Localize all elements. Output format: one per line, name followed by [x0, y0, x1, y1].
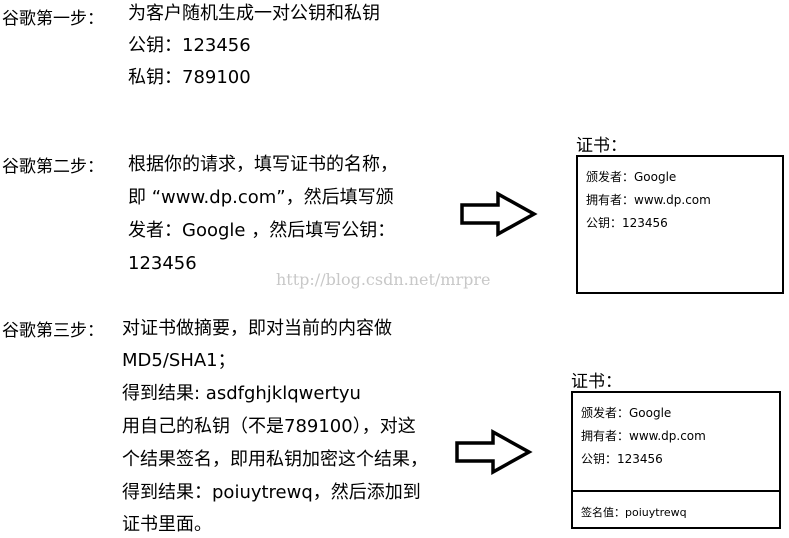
- step2-line-2: 即 “www.dp.com”，然后填写颁: [128, 187, 394, 208]
- step1-line-3: 私钥：789100: [128, 67, 251, 88]
- step2-line-1: 根据你的请求，填写证书的名称，: [128, 154, 398, 175]
- watermark: http://blog.csdn.net/mrpre: [276, 270, 491, 289]
- step3-line-1: 对证书做摘要，即对当前的内容做: [122, 318, 392, 339]
- cert2-public-key: 公钥：123456: [581, 452, 663, 466]
- step2-line-4: 123456: [128, 253, 197, 274]
- step3-line-6: 得到结果：poiuytrewq，然后添加到: [122, 482, 421, 503]
- step3-line-2: MD5/SHA1；: [122, 350, 236, 371]
- cert2-signature: 签名值：poiuytrewq: [581, 506, 687, 519]
- cert2-box: 颁发者：Google 拥有者：www.dp.com 公钥：123456 签名值：…: [571, 391, 781, 529]
- cert2-title: 证书：: [571, 372, 622, 392]
- cert1-owner: 拥有者：www.dp.com: [586, 193, 711, 207]
- step1-line-2: 公钥：123456: [128, 35, 251, 56]
- step1-line-1: 为客户随机生成一对公钥和私钥: [128, 3, 380, 24]
- cert1-title: 证书：: [576, 136, 627, 156]
- step3-line-3: 得到结果: asdfghjklqwertyu: [122, 383, 361, 404]
- step3-label: 谷歌第三步：: [2, 321, 104, 341]
- cert2-divider: [573, 490, 779, 492]
- right-arrow-icon: [455, 429, 533, 475]
- step3-line-4: 用自己的私钥（不是789100），对这: [122, 416, 416, 437]
- step3-line-5: 个结果签名，即用私钥加密这个结果，: [122, 449, 428, 470]
- cert1-box: 颁发者：Google 拥有者：www.dp.com 公钥：123456: [576, 155, 784, 294]
- step1-label: 谷歌第一步：: [2, 9, 104, 29]
- cert2-issuer: 颁发者：Google: [581, 406, 672, 420]
- step3-line-7: 证书里面。: [122, 514, 212, 535]
- right-arrow-icon: [460, 191, 538, 237]
- cert1-issuer: 颁发者：Google: [586, 170, 677, 184]
- step2-line-3: 发者：Google ，然后填写公钥：: [128, 220, 396, 241]
- cert2-owner: 拥有者：www.dp.com: [581, 429, 706, 443]
- step2-label: 谷歌第二步：: [2, 157, 104, 177]
- cert1-public-key: 公钥：123456: [586, 216, 668, 230]
